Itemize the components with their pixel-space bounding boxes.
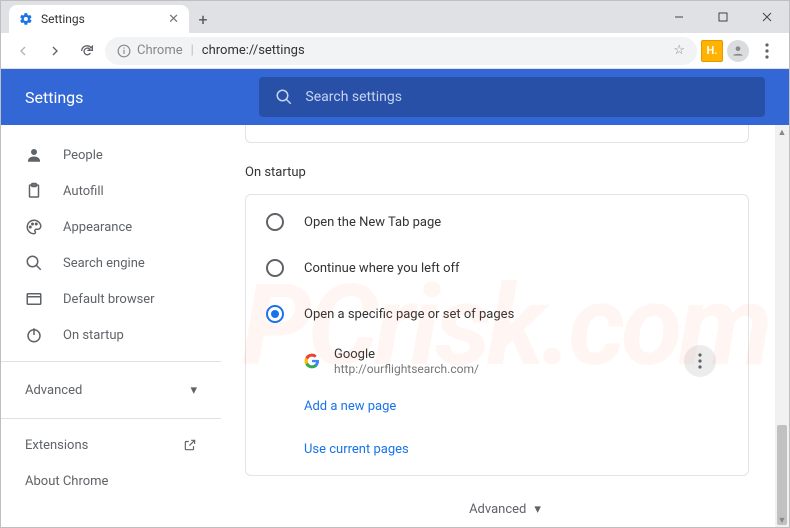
gear-icon — [19, 12, 33, 26]
option-label: Open the New Tab page — [304, 215, 441, 230]
settings-header: Settings — [1, 69, 789, 125]
sidebar-about-chrome[interactable]: About Chrome — [1, 463, 221, 499]
advanced-label: Advanced — [469, 502, 526, 517]
advanced-toggle-bottom[interactable]: Advanced ▾ — [245, 476, 765, 527]
radio-checked-icon[interactable] — [266, 305, 284, 323]
settings-search-input[interactable] — [305, 89, 749, 105]
sidebar-item-label: On startup — [63, 328, 124, 343]
startup-option-continue[interactable]: Continue where you left off — [246, 245, 748, 291]
titlebar: Settings ✕ + — [1, 1, 789, 33]
maximize-button[interactable] — [701, 1, 745, 33]
chevron-down-icon: ▾ — [534, 502, 541, 517]
kebab-menu-button[interactable] — [753, 37, 781, 65]
reload-button[interactable] — [73, 37, 101, 65]
sidebar-item-label: People — [63, 148, 103, 163]
minimize-button[interactable] — [657, 1, 701, 33]
section-title-on-startup: On startup — [245, 165, 765, 180]
divider — [1, 361, 221, 362]
new-tab-button[interactable]: + — [189, 5, 217, 33]
scroll-down-icon[interactable]: ▼ — [775, 513, 789, 527]
settings-content: PCrisk.com On startup Open the New Tab p… — [221, 125, 789, 527]
sidebar-item-search-engine[interactable]: Search engine — [1, 245, 221, 281]
page-entry-menu-button[interactable] — [684, 345, 716, 377]
site-info-icon[interactable]: Chrome — [117, 43, 183, 58]
option-label: Open a specific page or set of pages — [304, 307, 514, 322]
add-new-page-link[interactable]: Add a new page — [246, 385, 748, 428]
palette-icon — [25, 218, 43, 236]
advanced-label: Advanced — [25, 383, 82, 398]
chevron-down-icon: ▾ — [190, 383, 197, 398]
page-title: Settings — [25, 88, 83, 107]
settings-sidebar: People Autofill Appearance Search engine… — [1, 125, 221, 527]
sidebar-extensions-link[interactable]: Extensions — [1, 427, 221, 463]
power-icon — [25, 326, 43, 344]
scrollbar-thumb[interactable] — [777, 425, 787, 525]
startup-page-url: http://ourflightsearch.com/ — [334, 362, 479, 376]
sidebar-item-label: Appearance — [63, 220, 132, 235]
tab-title: Settings — [41, 12, 160, 26]
startup-page-entry: Google http://ourflightsearch.com/ — [246, 337, 748, 385]
window-controls — [657, 1, 789, 33]
close-window-button[interactable] — [745, 1, 789, 33]
scroll-up-icon[interactable]: ▲ — [775, 125, 789, 139]
about-chrome-label: About Chrome — [25, 474, 108, 489]
use-current-pages-link[interactable]: Use current pages — [246, 428, 748, 471]
startup-page-title: Google — [334, 347, 479, 362]
url-text: chrome://settings — [202, 43, 305, 58]
url-scheme-label: Chrome — [137, 43, 183, 58]
clipboard-icon — [25, 182, 43, 200]
settings-search[interactable] — [259, 77, 765, 117]
google-favicon — [304, 353, 320, 369]
radio-unchecked-icon[interactable] — [266, 213, 284, 231]
back-button[interactable] — [9, 37, 37, 65]
sidebar-item-autofill[interactable]: Autofill — [1, 173, 221, 209]
browser-toolbar: Chrome | chrome://settings ☆ H. — [1, 33, 789, 69]
sidebar-advanced-toggle[interactable]: Advanced ▾ — [1, 370, 221, 410]
scrollbar[interactable]: ▲ ▼ — [775, 125, 789, 527]
profile-avatar[interactable] — [727, 40, 749, 62]
radio-unchecked-icon[interactable] — [266, 259, 284, 277]
divider — [1, 418, 221, 419]
omnibox[interactable]: Chrome | chrome://settings ☆ — [105, 37, 697, 65]
close-icon[interactable]: ✕ — [168, 12, 179, 27]
previous-card-edge — [245, 125, 749, 143]
startup-option-new-tab[interactable]: Open the New Tab page — [246, 199, 748, 245]
browser-icon — [25, 290, 43, 308]
search-icon — [25, 254, 43, 272]
sidebar-item-label: Search engine — [63, 256, 145, 271]
extension-badge[interactable]: H. — [701, 40, 723, 62]
sidebar-item-appearance[interactable]: Appearance — [1, 209, 221, 245]
sidebar-item-label: Default browser — [63, 292, 155, 307]
sidebar-item-people[interactable]: People — [1, 137, 221, 173]
startup-card: Open the New Tab page Continue where you… — [245, 194, 749, 476]
sidebar-item-on-startup[interactable]: On startup — [1, 317, 221, 353]
external-link-icon — [183, 438, 197, 452]
forward-button[interactable] — [41, 37, 69, 65]
startup-option-specific-pages[interactable]: Open a specific page or set of pages — [246, 291, 748, 337]
bookmark-star-icon[interactable]: ☆ — [673, 43, 685, 58]
extensions-label: Extensions — [25, 438, 88, 453]
sidebar-item-default-browser[interactable]: Default browser — [1, 281, 221, 317]
search-icon — [275, 88, 293, 106]
sidebar-item-label: Autofill — [63, 184, 104, 199]
person-icon — [25, 146, 43, 164]
browser-tab[interactable]: Settings ✕ — [9, 5, 189, 33]
option-label: Continue where you left off — [304, 261, 460, 276]
